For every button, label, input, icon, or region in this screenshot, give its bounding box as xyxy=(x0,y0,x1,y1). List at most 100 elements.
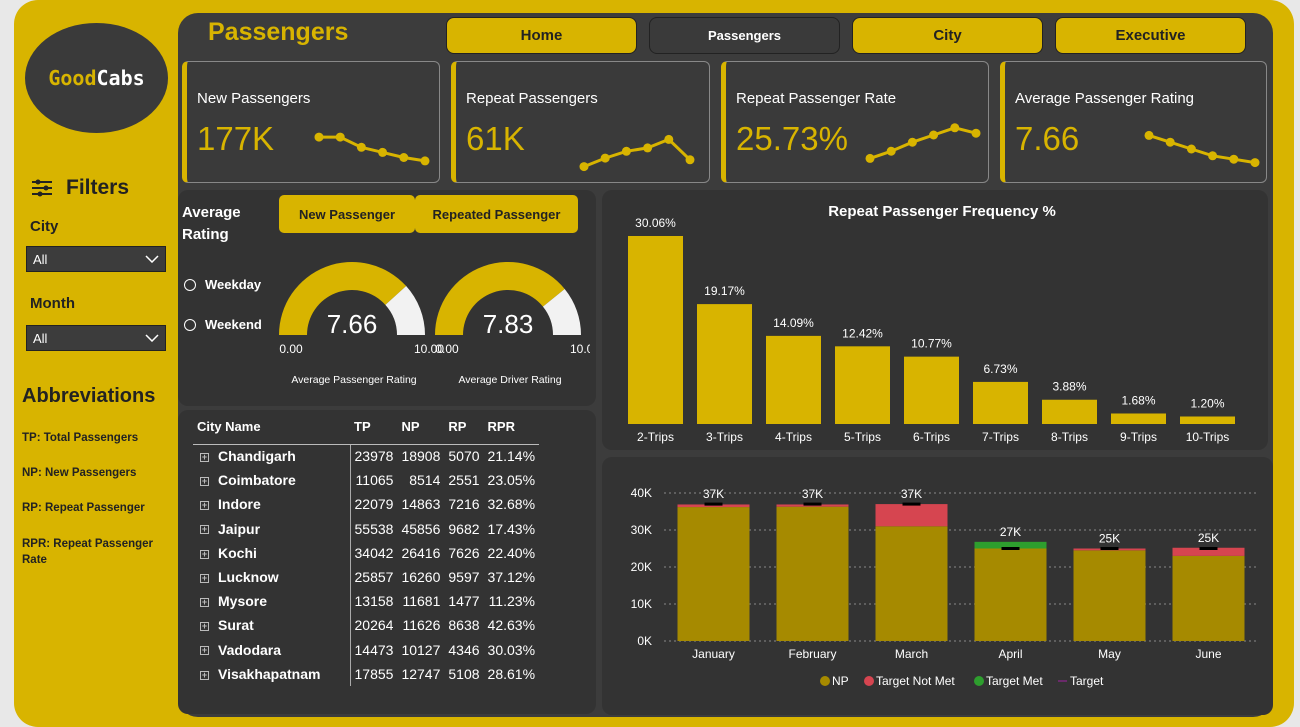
stack-segment-np[interactable] xyxy=(875,526,948,641)
chevron-down-icon xyxy=(145,255,159,263)
col-rpr[interactable]: RPR xyxy=(483,416,540,445)
col-rp[interactable]: RP xyxy=(444,416,484,445)
tp-cell: 20264 xyxy=(349,613,398,638)
x-tick-label: 9-Trips xyxy=(1120,430,1157,444)
legend-label: NP xyxy=(832,674,849,688)
np-cell: 10127 xyxy=(401,641,441,658)
target-marker xyxy=(1199,547,1218,550)
kpi-title: New Passengers xyxy=(197,90,311,107)
expand-icon[interactable]: + xyxy=(200,573,209,583)
table-row[interactable]: + Indore 22079 14863 7216 32.68% xyxy=(193,492,539,517)
frequency-bar[interactable] xyxy=(1180,416,1235,424)
frequency-bar[interactable] xyxy=(973,381,1028,424)
frequency-bar-chart: 30.06% 2-Trips 19.17% 3-Trips 14.09% 4-Trips 1… xyxy=(628,216,1235,444)
sparkline-point xyxy=(1250,158,1260,168)
table-row[interactable]: + Vadodara 14473 10127 4346 30.03% xyxy=(193,637,539,662)
abbreviations-heading: Abbreviations xyxy=(22,385,156,407)
x-tick-label: 3-Trips xyxy=(706,430,743,444)
legend-marker xyxy=(864,676,874,686)
rp-cell: 2551 xyxy=(448,472,480,489)
nav-executive-button[interactable]: Executive xyxy=(1055,17,1246,54)
stack-segment-np[interactable] xyxy=(1172,555,1245,641)
col-np[interactable]: NP xyxy=(397,416,445,445)
frequency-bar[interactable] xyxy=(904,356,959,424)
y-tick-label: 30K xyxy=(631,523,652,537)
radio-circle xyxy=(184,318,196,331)
sparkline-point xyxy=(971,128,981,138)
x-tick-label: 7-Trips xyxy=(982,430,1019,444)
sparkline-line xyxy=(1148,133,1256,165)
frequency-bar[interactable] xyxy=(697,304,752,424)
city-name-cell: + Kochi xyxy=(193,541,350,565)
frequency-bar[interactable] xyxy=(835,346,890,424)
frequency-bar[interactable] xyxy=(1111,413,1166,424)
kpi-title: Repeat Passengers xyxy=(466,90,598,107)
expand-icon[interactable]: + xyxy=(200,622,209,632)
target-marker xyxy=(803,502,822,506)
frequency-bar[interactable] xyxy=(628,236,683,424)
col-city-name[interactable]: City Name xyxy=(193,416,350,445)
x-tick-label: 8-Trips xyxy=(1051,430,1088,444)
nav-home-button[interactable]: Home xyxy=(446,17,637,54)
stack-segment-np[interactable] xyxy=(1073,550,1146,641)
weekday-radio[interactable]: Weekday xyxy=(184,277,261,292)
expand-icon[interactable]: + xyxy=(200,646,209,656)
table-row[interactable]: + Mysore 13158 11681 1477 11.23% xyxy=(193,589,539,614)
new-passenger-button[interactable]: New Passenger xyxy=(279,195,415,233)
city-name-cell: + Chandigarh xyxy=(193,444,350,468)
table-row[interactable]: + Kochi 34042 26416 7626 22.40% xyxy=(193,540,539,565)
city-name: Mysore xyxy=(218,593,268,610)
expand-icon[interactable]: + xyxy=(200,670,209,680)
table-row[interactable]: + Visakhapatnam 17855 12747 5108 28.61% xyxy=(193,661,539,686)
rp-cell: 7216 xyxy=(448,496,480,513)
filter-icon xyxy=(32,179,52,197)
np-cell: 16260 xyxy=(401,569,441,586)
kpi-card-new-passengers: New Passengers 177K xyxy=(182,61,440,183)
repeated-passenger-button[interactable]: Repeated Passenger xyxy=(415,195,578,233)
stack-segment-np[interactable] xyxy=(974,548,1047,642)
frequency-bar[interactable] xyxy=(766,335,821,424)
kpi-title: Average Passenger Rating xyxy=(1015,90,1195,107)
table-row[interactable]: + Jaipur 55538 45856 9682 17.43% xyxy=(193,516,539,541)
sparkline-point xyxy=(378,147,388,157)
stack-segment-np[interactable] xyxy=(677,507,750,641)
tp-cell: 55538 xyxy=(349,516,398,541)
gauge-min: 0.00 xyxy=(435,342,459,356)
expand-icon[interactable]: + xyxy=(200,525,209,535)
kpi-card-average-passenger-rating: Average Passenger Rating 7.66 xyxy=(1000,61,1267,183)
np-cell: 8514 xyxy=(409,472,441,489)
col-tp[interactable]: TP xyxy=(350,416,398,445)
expand-icon[interactable]: + xyxy=(200,598,209,608)
sparkline-point xyxy=(314,132,324,142)
city-name: Lucknow xyxy=(218,569,279,586)
nav-passengers-button[interactable]: Passengers xyxy=(649,17,840,54)
expand-icon[interactable]: + xyxy=(200,453,209,463)
sparkline-point xyxy=(907,137,917,147)
abbr-rp: RP: Repeat Passenger xyxy=(22,502,145,514)
rp-cell: 1477 xyxy=(448,593,480,610)
kpi-card-repeat-passenger-rate: Repeat Passenger Rate 25.73% xyxy=(721,61,989,183)
bar-data-label: 10.77% xyxy=(911,337,952,351)
bar-data-label: 1.68% xyxy=(1121,393,1155,407)
kpi-card-repeat-passengers: Repeat Passengers 61K xyxy=(451,61,710,183)
city-filter-select[interactable]: All xyxy=(26,246,166,272)
expand-icon[interactable]: + xyxy=(200,501,209,511)
table-row[interactable]: + Surat 20264 11626 8638 42.63% xyxy=(193,613,539,638)
weekend-radio[interactable]: Weekend xyxy=(184,317,262,332)
frequency-bar[interactable] xyxy=(1042,399,1097,424)
table-row[interactable]: + Chandigarh 23978 18908 5070 21.14% xyxy=(193,444,539,469)
kpi-sparkline xyxy=(314,132,430,166)
expand-icon[interactable]: + xyxy=(200,549,209,559)
stack-segment-np[interactable] xyxy=(776,506,849,641)
month-filter-select[interactable]: All xyxy=(26,325,166,351)
table-row[interactable]: + Coimbatore 11065 8514 2551 23.05% xyxy=(193,468,539,493)
city-filter-label: City xyxy=(30,218,59,235)
rpr-cell: 28.61% xyxy=(487,665,536,682)
expand-icon[interactable]: + xyxy=(200,477,209,487)
table-row[interactable]: + Lucknow 25857 16260 9597 37.12% xyxy=(193,564,539,590)
chevron-down-icon xyxy=(145,334,159,342)
sparkline-point xyxy=(664,134,674,144)
average-rating-title-line1: Average xyxy=(182,204,241,221)
nav-city-button[interactable]: City xyxy=(852,17,1043,54)
stack-segment-target-not-met[interactable] xyxy=(875,504,948,527)
